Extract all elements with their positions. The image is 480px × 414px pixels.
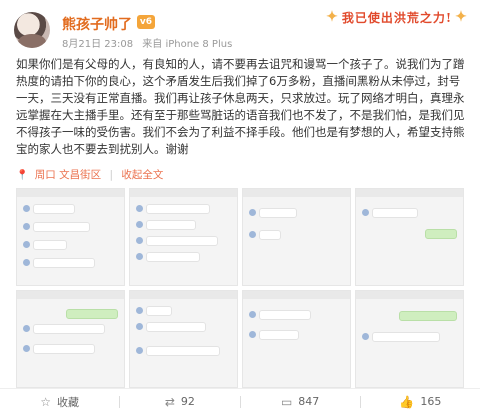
vip-badge: v6 (137, 15, 155, 29)
location-pin-icon: 📍 (16, 170, 29, 181)
avatar[interactable] (14, 12, 50, 48)
chat-screenshot-5[interactable] (16, 290, 125, 388)
repost-icon: ⇄ (164, 394, 175, 409)
star-icon: ✦ (326, 9, 339, 25)
repost-button[interactable]: ⇄ 92 (120, 395, 239, 409)
chat-screenshot-3[interactable] (242, 188, 351, 286)
collect-label: 收藏 (57, 395, 79, 409)
image-grid (16, 188, 464, 388)
location-separator: | (109, 169, 114, 181)
comment-button[interactable]: ▭ 847 (241, 395, 360, 409)
post-date: 8月21日 23:08 (62, 39, 134, 50)
chat-screenshot-4[interactable] (355, 188, 464, 286)
post-text: 如果你们是有父母的人，有良知的人，请不要再去诅咒和谩骂一个孩子了。说我们为了蹭热… (16, 57, 465, 156)
star-icon: ✦ (455, 9, 468, 25)
thumbs-up-icon: 👍 (399, 394, 415, 409)
location-city[interactable]: 周口 (35, 169, 56, 181)
collect-button[interactable]: ☆ 收藏 (0, 394, 119, 410)
action-bar: ☆ 收藏 ⇄ 92 ▭ 847 👍 165 (0, 388, 480, 414)
chat-screenshot-7[interactable] (242, 290, 351, 388)
username[interactable]: 熊孩子帅了 (62, 14, 132, 34)
chat-screenshot-1[interactable] (16, 188, 125, 286)
repost-count: 92 (180, 395, 195, 408)
location-line: 📍 周口 文昌街区 | 收起全文 (16, 167, 163, 182)
slogan-banner: ✦ 我已使出洪荒之力! ✦ (322, 2, 472, 32)
chat-screenshot-2[interactable] (129, 188, 238, 286)
comment-icon: ▭ (280, 394, 293, 409)
like-count: 165 (420, 395, 442, 408)
like-button[interactable]: 👍 165 (361, 395, 480, 409)
star-icon: ☆ (40, 394, 51, 409)
post-source: 来自 iPhone 8 Plus (142, 39, 233, 50)
chat-screenshot-8[interactable] (355, 290, 464, 388)
expand-toggle[interactable]: 收起全文 (121, 169, 163, 181)
location-district[interactable]: 文昌街区 (59, 169, 101, 181)
post-meta: 8月21日 23:08 来自 iPhone 8 Plus (62, 35, 232, 50)
slogan-text: 我已使出洪荒之力! (341, 10, 453, 25)
comment-count: 847 (298, 395, 320, 408)
chat-screenshot-6[interactable] (129, 290, 238, 388)
